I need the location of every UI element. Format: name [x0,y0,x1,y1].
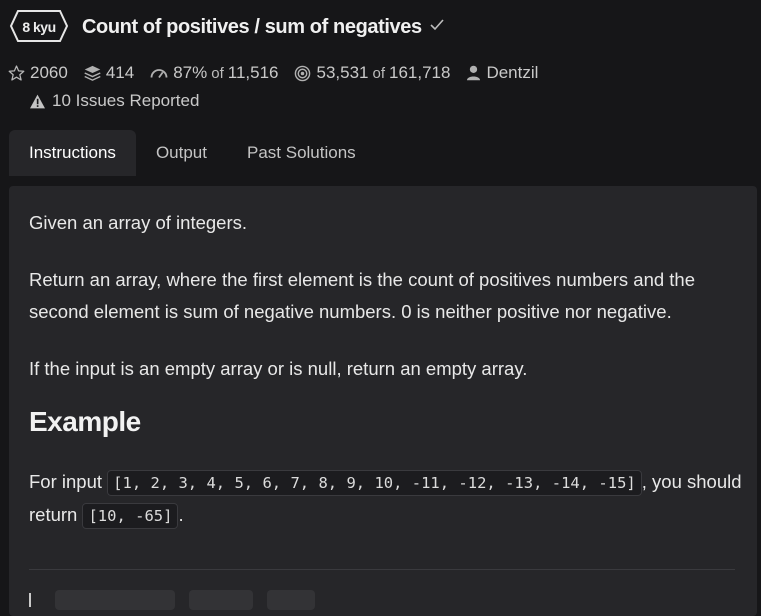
author-name[interactable]: Dentzil [486,63,538,83]
panel-divider [29,569,735,570]
kata-title[interactable]: Count of positives / sum of negatives [82,16,422,39]
stack-icon [84,65,101,81]
example-heading: Example [29,406,141,437]
kata-tabs: Instructions Output Past Solutions [9,130,376,176]
tab-output[interactable]: Output [136,130,227,176]
tab-past-solutions[interactable]: Past Solutions [227,130,376,176]
description-paragraph-example: For input [1, 2, 3, 4, 5, 6, 7, 8, 9, 10… [29,466,744,532]
stars-count: 2060 [30,63,68,82]
tag-pill[interactable] [267,590,315,610]
collections-count: 414 [105,63,135,82]
rank-badge: 8 kyu [9,9,69,45]
stars-stat[interactable]: 2060 [8,63,68,83]
author-stat[interactable]: Dentzil [466,63,538,83]
gauge-icon [150,67,168,79]
tags-bar [29,590,329,610]
tag-pill[interactable] [189,590,253,610]
completed-count: 53,531 [316,63,369,82]
completed-of: of [372,64,385,82]
tab-instructions[interactable]: Instructions [9,130,136,176]
collections-stat[interactable]: 414 [84,63,134,83]
kata-header: 8 kyu Count of positives / sum of negati… [9,9,444,45]
completed-stat: 53,531 of 161,718 [294,63,450,83]
satisfaction-votes: 11,516 [227,63,279,82]
satisfaction-percent: 87% [173,63,208,82]
example-text-prefix: For input [29,471,108,492]
warning-icon [29,94,46,109]
star-outline-icon [8,65,25,81]
instructions-panel: Given an array of integers. Return an ar… [9,186,757,616]
example-text-suffix: . [178,504,184,525]
check-icon [430,18,444,36]
rank-label: 8 kyu [22,19,56,35]
description-paragraph-1: Given an array of integers. [29,212,247,233]
attempted-count: 161,718 [389,63,451,82]
kata-stats: 2060 414 87% of 11,516 53,531 of 161,718… [8,63,554,83]
satisfaction-of: of [211,64,224,82]
satisfaction-stat: 87% of 11,516 [150,63,278,83]
user-icon [466,65,481,81]
issues-link[interactable]: 10 Issues Reported [29,91,199,111]
target-icon [294,65,311,82]
description-paragraph-3: If the input is an empty array or is nul… [29,358,528,379]
example-input-code: [1, 2, 3, 4, 5, 6, 7, 8, 9, 10, -11, -12… [107,470,642,496]
example-output-code: [10, -65] [82,503,179,529]
description-paragraph-2: Return an array, where the first element… [29,269,695,322]
tag-pill[interactable] [55,590,175,610]
issues-label[interactable]: 10 Issues Reported [52,91,199,111]
tag-icon [29,593,43,607]
